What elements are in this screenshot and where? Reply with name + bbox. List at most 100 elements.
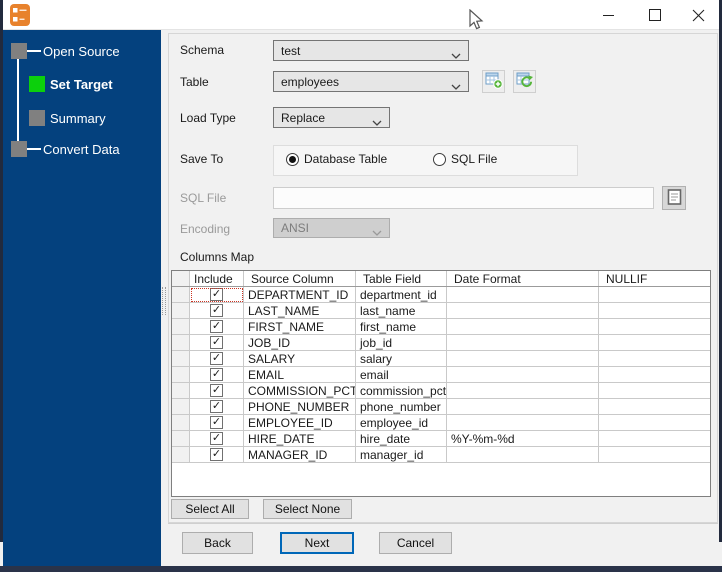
row-header-cell[interactable]	[172, 399, 190, 415]
include-checkbox[interactable]: ✓	[210, 368, 223, 381]
date-format-cell[interactable]	[447, 351, 599, 367]
date-format-cell[interactable]	[447, 303, 599, 319]
sidebar-step-convert-data[interactable]: Convert Data	[43, 142, 120, 157]
new-table-button[interactable]	[482, 70, 505, 93]
nullif-cell[interactable]	[599, 383, 710, 399]
row-header-cell[interactable]	[172, 367, 190, 383]
row-header-cell[interactable]	[172, 415, 190, 431]
date-format-cell[interactable]	[447, 399, 599, 415]
load-type-select[interactable]: Replace	[273, 107, 390, 128]
header-source-column[interactable]: Source Column	[244, 271, 356, 286]
radio-sql-file[interactable]	[433, 152, 446, 166]
include-checkbox[interactable]: ✓	[210, 304, 223, 317]
source-column-cell[interactable]: JOB_ID	[244, 335, 356, 351]
date-format-cell[interactable]	[447, 319, 599, 335]
select-none-button[interactable]: Select None	[263, 499, 352, 519]
date-format-cell[interactable]	[447, 335, 599, 351]
date-format-cell[interactable]	[447, 383, 599, 399]
table-field-cell[interactable]: salary	[356, 351, 447, 367]
back-button[interactable]: Back	[182, 532, 253, 554]
include-checkbox[interactable]: ✓	[210, 432, 223, 445]
header-date-format[interactable]: Date Format	[447, 271, 599, 286]
table-select[interactable]: employees	[273, 71, 469, 92]
include-cell[interactable]: ✓	[190, 351, 244, 367]
nullif-cell[interactable]	[599, 367, 710, 383]
row-header-cell[interactable]	[172, 431, 190, 447]
table-field-cell[interactable]: phone_number	[356, 399, 447, 415]
source-column-cell[interactable]: EMAIL	[244, 367, 356, 383]
include-cell[interactable]: ✓	[190, 399, 244, 415]
include-cell[interactable]: ✓	[190, 415, 244, 431]
row-header-cell[interactable]	[172, 319, 190, 335]
source-column-cell[interactable]: FIRST_NAME	[244, 319, 356, 335]
include-cell[interactable]: ✓	[190, 303, 244, 319]
nullif-cell[interactable]	[599, 447, 710, 463]
cancel-button[interactable]: Cancel	[379, 532, 452, 554]
schema-select[interactable]: test	[273, 40, 469, 61]
select-all-button[interactable]: Select All	[171, 499, 249, 519]
header-nullif[interactable]: NULLIF	[599, 271, 710, 286]
date-format-cell[interactable]	[447, 287, 599, 303]
sql-file-input[interactable]	[273, 187, 654, 209]
nullif-cell[interactable]	[599, 335, 710, 351]
source-column-cell[interactable]: PHONE_NUMBER	[244, 399, 356, 415]
include-cell[interactable]: ✓	[190, 335, 244, 351]
include-cell[interactable]: ✓	[190, 287, 244, 303]
row-header-cell[interactable]	[172, 303, 190, 319]
nullif-cell[interactable]	[599, 319, 710, 335]
table-field-cell[interactable]: department_id	[356, 287, 447, 303]
source-column-cell[interactable]: SALARY	[244, 351, 356, 367]
row-header-cell[interactable]	[172, 335, 190, 351]
next-button[interactable]: Next	[280, 532, 354, 554]
header-table-field[interactable]: Table Field	[356, 271, 447, 286]
date-format-cell[interactable]	[447, 415, 599, 431]
source-column-cell[interactable]: EMPLOYEE_ID	[244, 415, 356, 431]
source-column-cell[interactable]: COMMISSION_PCT	[244, 383, 356, 399]
source-column-cell[interactable]: MANAGER_ID	[244, 447, 356, 463]
include-cell[interactable]: ✓	[190, 447, 244, 463]
sidebar-step-summary[interactable]: Summary	[50, 111, 106, 126]
date-format-cell[interactable]	[447, 447, 599, 463]
include-checkbox[interactable]: ✓	[210, 320, 223, 333]
date-format-cell[interactable]: %Y-%m-%d	[447, 431, 599, 447]
nullif-cell[interactable]	[599, 287, 710, 303]
sidebar-step-set-target[interactable]: Set Target	[50, 77, 113, 92]
table-field-cell[interactable]: commission_pct	[356, 383, 447, 399]
nullif-cell[interactable]	[599, 399, 710, 415]
table-field-cell[interactable]: manager_id	[356, 447, 447, 463]
source-column-cell[interactable]: HIRE_DATE	[244, 431, 356, 447]
row-header-cell[interactable]	[172, 383, 190, 399]
encoding-select[interactable]: ANSI	[273, 218, 390, 238]
include-checkbox[interactable]: ✓	[210, 288, 223, 301]
include-cell[interactable]: ✓	[190, 431, 244, 447]
include-cell[interactable]: ✓	[190, 383, 244, 399]
include-checkbox[interactable]: ✓	[210, 352, 223, 365]
source-column-cell[interactable]: LAST_NAME	[244, 303, 356, 319]
table-field-cell[interactable]: email	[356, 367, 447, 383]
row-header-cell[interactable]	[172, 447, 190, 463]
include-checkbox[interactable]: ✓	[210, 448, 223, 461]
browse-sql-file-button[interactable]	[662, 186, 686, 210]
table-field-cell[interactable]: job_id	[356, 335, 447, 351]
nullif-cell[interactable]	[599, 431, 710, 447]
nullif-cell[interactable]	[599, 303, 710, 319]
include-checkbox[interactable]: ✓	[210, 384, 223, 397]
source-column-cell[interactable]: DEPARTMENT_ID	[244, 287, 356, 303]
refresh-tables-button[interactable]	[513, 70, 536, 93]
splitter-grip[interactable]	[162, 287, 166, 315]
include-cell[interactable]: ✓	[190, 319, 244, 335]
table-field-cell[interactable]: hire_date	[356, 431, 447, 447]
table-field-cell[interactable]: first_name	[356, 319, 447, 335]
include-checkbox[interactable]: ✓	[210, 400, 223, 413]
row-header-cell[interactable]	[172, 287, 190, 303]
nullif-cell[interactable]	[599, 415, 710, 431]
nullif-cell[interactable]	[599, 351, 710, 367]
include-cell[interactable]: ✓	[190, 367, 244, 383]
minimize-button[interactable]	[593, 4, 623, 26]
sidebar-step-open-source[interactable]: Open Source	[43, 44, 120, 59]
radio-database-table[interactable]	[286, 152, 299, 166]
row-header-cell[interactable]	[172, 351, 190, 367]
table-field-cell[interactable]: last_name	[356, 303, 447, 319]
maximize-button[interactable]	[640, 4, 670, 26]
header-include[interactable]: Include	[190, 271, 244, 286]
